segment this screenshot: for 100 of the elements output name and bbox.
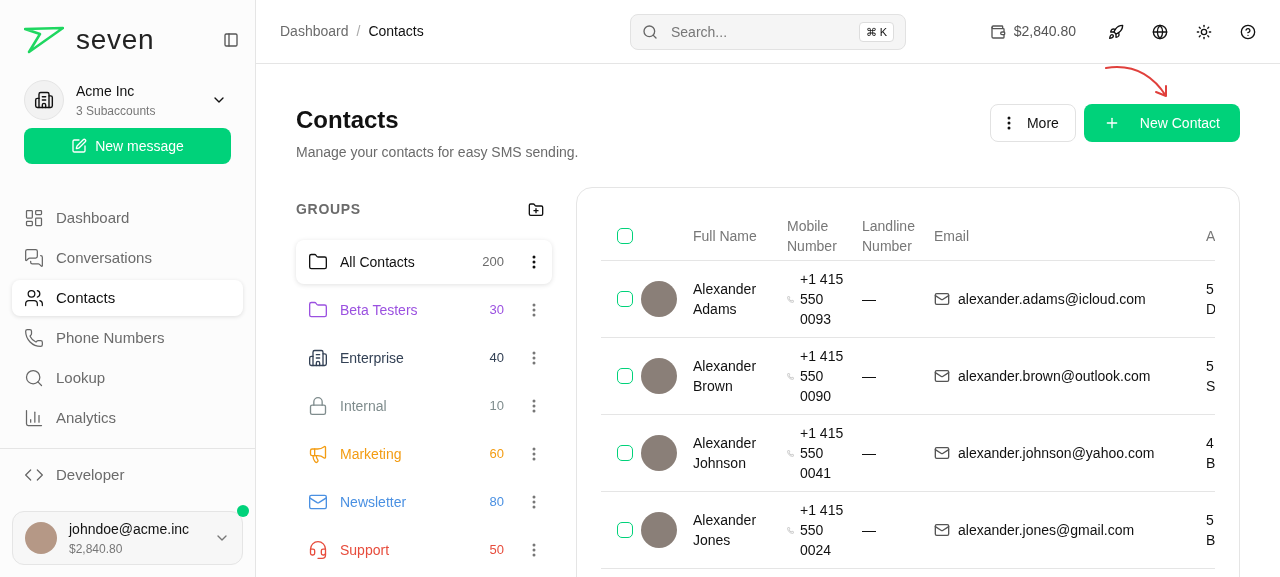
nav-item[interactable]: Phone Numbers bbox=[12, 320, 243, 356]
group-count: 50 bbox=[489, 541, 504, 560]
folder-plus-icon[interactable] bbox=[528, 201, 544, 218]
group-label: Support bbox=[340, 540, 391, 560]
nav-item[interactable]: Lookup bbox=[12, 360, 243, 396]
table-cell-text: 5 D bbox=[1206, 280, 1215, 319]
user-email: johndoe@acme.inc bbox=[69, 519, 191, 539]
bar-chart-icon bbox=[24, 408, 44, 428]
phone-icon bbox=[787, 526, 794, 534]
nav-item[interactable]: Dashboard bbox=[12, 200, 243, 236]
group-label: Enterprise bbox=[340, 348, 405, 368]
groups-heading: GROUPS bbox=[296, 200, 361, 219]
mail-icon bbox=[934, 291, 950, 307]
nav-item[interactable]: Analytics bbox=[12, 400, 243, 436]
table-cell-text: 4 B bbox=[1206, 434, 1215, 473]
mobile-number: +1 415 550 0024 bbox=[800, 501, 845, 560]
group-item[interactable]: Newsletter 80 bbox=[296, 480, 552, 524]
nav-item[interactable]: Conversations bbox=[12, 240, 243, 276]
phone-icon bbox=[787, 295, 794, 303]
mobile-number: +1 415 550 0090 bbox=[800, 347, 845, 406]
group-label: Internal bbox=[340, 396, 388, 416]
globe-icon[interactable] bbox=[1152, 23, 1168, 40]
mail-icon bbox=[308, 492, 328, 512]
checkbox[interactable] bbox=[617, 445, 633, 461]
landline-number: — bbox=[862, 367, 876, 384]
chat-bubbles-icon bbox=[24, 248, 44, 268]
user-card[interactable]: johndoe@acme.inc $2,840.80 bbox=[12, 511, 243, 565]
group-item[interactable]: Enterprise 40 bbox=[296, 336, 552, 380]
group-count: 60 bbox=[489, 445, 504, 464]
column-header: Email bbox=[934, 228, 969, 244]
phone-icon bbox=[24, 328, 44, 348]
edit-icon bbox=[71, 138, 88, 154]
phone-icon bbox=[787, 449, 794, 457]
contact-name: Alexander Adams bbox=[693, 280, 758, 319]
help-icon[interactable] bbox=[1240, 23, 1256, 40]
checkbox[interactable] bbox=[617, 228, 633, 244]
lock-icon bbox=[308, 396, 328, 416]
checkbox[interactable] bbox=[617, 368, 633, 384]
email-address: alexander.jones@gmail.com bbox=[958, 520, 1135, 540]
group-item[interactable]: Beta Testers 30 bbox=[296, 288, 552, 332]
mobile-number: +1 415 550 0093 bbox=[800, 270, 845, 329]
nav-item[interactable]: Developer bbox=[12, 457, 243, 493]
table-cell-text: 5 B bbox=[1206, 511, 1215, 550]
account-name: Acme Inc bbox=[76, 81, 136, 101]
group-count: 200 bbox=[482, 253, 504, 272]
email-address: alexander.johnson@yahoo.com bbox=[958, 443, 1155, 463]
page-title: Contacts bbox=[296, 105, 400, 135]
email-address: alexander.brown@outlook.com bbox=[958, 366, 1151, 386]
search-icon bbox=[642, 23, 658, 40]
email-address: alexander.adams@icloud.com bbox=[958, 289, 1146, 309]
user-avatar bbox=[25, 522, 57, 554]
nav-item[interactable]: Contacts bbox=[12, 280, 243, 316]
more-vertical-icon bbox=[1006, 116, 1011, 130]
column-header: Full Name bbox=[693, 228, 757, 244]
folder-icon bbox=[308, 252, 328, 272]
user-balance: $2,840.80 bbox=[69, 540, 124, 558]
users-icon bbox=[24, 288, 44, 308]
group-count: 40 bbox=[489, 349, 504, 368]
landline-number: — bbox=[862, 290, 876, 307]
sidebar-toggle-icon[interactable] bbox=[223, 32, 239, 48]
avatar-placeholder bbox=[641, 358, 677, 394]
account-subtitle: 3 Subaccounts bbox=[76, 102, 157, 120]
mail-icon bbox=[934, 522, 950, 538]
theme-icon[interactable] bbox=[1196, 23, 1212, 40]
search-icon bbox=[24, 368, 44, 388]
avatar-placeholder bbox=[641, 281, 677, 317]
headset-icon bbox=[308, 540, 328, 560]
mail-icon bbox=[934, 368, 950, 384]
avatar-placeholder bbox=[641, 435, 677, 471]
avatar-placeholder bbox=[641, 512, 677, 548]
group-item[interactable]: Internal 10 bbox=[296, 384, 552, 428]
landline-number: — bbox=[862, 444, 876, 461]
group-count: 80 bbox=[489, 493, 504, 512]
group-label: Newsletter bbox=[340, 492, 408, 512]
checkbox[interactable] bbox=[617, 522, 633, 538]
more-button[interactable]: More bbox=[989, 104, 1076, 142]
phone-icon bbox=[787, 372, 794, 380]
logo-icon bbox=[24, 26, 64, 54]
group-label: Marketing bbox=[340, 444, 403, 464]
balance-text: $2,840.80 bbox=[1013, 22, 1076, 41]
group-item[interactable]: All Contacts 200 bbox=[296, 240, 552, 284]
landline-number: — bbox=[862, 521, 876, 538]
breadcrumb-link[interactable]: Contacts bbox=[368, 21, 424, 42]
group-label: All Contacts bbox=[340, 252, 416, 272]
group-count: 30 bbox=[489, 301, 504, 320]
contact-name: Alexander Brown bbox=[693, 357, 758, 396]
table-cell-text: 5 S bbox=[1206, 357, 1215, 396]
page-subtitle: Manage your contacts for easy SMS sending. bbox=[296, 143, 579, 162]
building-icon bbox=[308, 348, 328, 368]
mobile-number: +1 415 550 0041 bbox=[800, 424, 845, 483]
megaphone-icon bbox=[308, 444, 328, 464]
group-item[interactable]: Support 50 bbox=[296, 528, 552, 572]
breadcrumb-link[interactable]: Dashboard bbox=[280, 21, 349, 42]
contact-name: Alexander Jones bbox=[693, 511, 758, 550]
mail-icon bbox=[934, 445, 950, 461]
annotation-arrow bbox=[1104, 64, 1170, 100]
checkbox[interactable] bbox=[617, 291, 633, 307]
more-vertical-icon[interactable] bbox=[532, 255, 536, 269]
rocket-icon[interactable] bbox=[1108, 23, 1124, 40]
column-header: A bbox=[1206, 228, 1215, 244]
